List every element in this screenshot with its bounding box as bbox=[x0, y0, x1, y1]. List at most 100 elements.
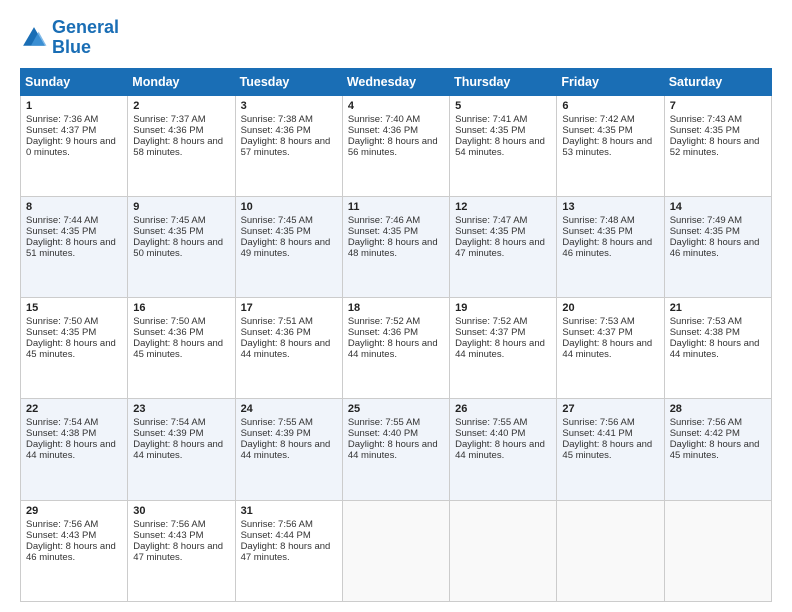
logo-icon bbox=[20, 24, 48, 52]
calendar-cell: 15 Sunrise: 7:50 AM Sunset: 4:35 PM Dayl… bbox=[21, 298, 128, 399]
sunrise-label: Sunrise: 7:54 AM bbox=[26, 417, 98, 428]
daylight-label: Daylight: 8 hours and 46 minutes. bbox=[670, 237, 760, 259]
sunrise-label: Sunrise: 7:56 AM bbox=[241, 519, 313, 530]
calendar-cell: 31 Sunrise: 7:56 AM Sunset: 4:44 PM Dayl… bbox=[235, 500, 342, 601]
day-number: 28 bbox=[670, 403, 766, 415]
daylight-label: Daylight: 8 hours and 44 minutes. bbox=[455, 338, 545, 360]
calendar-cell: 27 Sunrise: 7:56 AM Sunset: 4:41 PM Dayl… bbox=[557, 399, 664, 500]
calendar-cell: 28 Sunrise: 7:56 AM Sunset: 4:42 PM Dayl… bbox=[664, 399, 771, 500]
sunrise-label: Sunrise: 7:56 AM bbox=[670, 417, 742, 428]
day-number: 2 bbox=[133, 100, 229, 112]
calendar-cell: 10 Sunrise: 7:45 AM Sunset: 4:35 PM Dayl… bbox=[235, 196, 342, 297]
daylight-label: Daylight: 8 hours and 52 minutes. bbox=[670, 136, 760, 158]
day-number: 7 bbox=[670, 100, 766, 112]
calendar-cell: 17 Sunrise: 7:51 AM Sunset: 4:36 PM Dayl… bbox=[235, 298, 342, 399]
sunrise-label: Sunrise: 7:56 AM bbox=[133, 519, 205, 530]
calendar-week-1: 1 Sunrise: 7:36 AM Sunset: 4:37 PM Dayli… bbox=[21, 95, 772, 196]
col-tuesday: Tuesday bbox=[235, 68, 342, 95]
sunrise-label: Sunrise: 7:41 AM bbox=[455, 114, 527, 125]
sunset-label: Sunset: 4:37 PM bbox=[455, 327, 525, 338]
daylight-label: Daylight: 8 hours and 44 minutes. bbox=[133, 439, 223, 461]
sunset-label: Sunset: 4:35 PM bbox=[455, 125, 525, 136]
day-number: 29 bbox=[26, 505, 122, 517]
calendar-cell: 13 Sunrise: 7:48 AM Sunset: 4:35 PM Dayl… bbox=[557, 196, 664, 297]
daylight-label: Daylight: 8 hours and 44 minutes. bbox=[455, 439, 545, 461]
sunrise-label: Sunrise: 7:40 AM bbox=[348, 114, 420, 125]
daylight-label: Daylight: 8 hours and 51 minutes. bbox=[26, 237, 116, 259]
day-number: 18 bbox=[348, 302, 444, 314]
sunrise-label: Sunrise: 7:48 AM bbox=[562, 215, 634, 226]
day-number: 24 bbox=[241, 403, 337, 415]
sunset-label: Sunset: 4:44 PM bbox=[241, 530, 311, 541]
daylight-label: Daylight: 8 hours and 58 minutes. bbox=[133, 136, 223, 158]
logo-text: General Blue bbox=[52, 18, 119, 58]
calendar-cell: 22 Sunrise: 7:54 AM Sunset: 4:38 PM Dayl… bbox=[21, 399, 128, 500]
sunset-label: Sunset: 4:35 PM bbox=[26, 226, 96, 237]
sunrise-label: Sunrise: 7:56 AM bbox=[562, 417, 634, 428]
calendar-cell: 4 Sunrise: 7:40 AM Sunset: 4:36 PM Dayli… bbox=[342, 95, 449, 196]
sunset-label: Sunset: 4:36 PM bbox=[133, 327, 203, 338]
daylight-label: Daylight: 8 hours and 45 minutes. bbox=[562, 439, 652, 461]
calendar-cell bbox=[557, 500, 664, 601]
sunset-label: Sunset: 4:35 PM bbox=[455, 226, 525, 237]
sunset-label: Sunset: 4:35 PM bbox=[26, 327, 96, 338]
sunset-label: Sunset: 4:35 PM bbox=[133, 226, 203, 237]
sunset-label: Sunset: 4:40 PM bbox=[455, 428, 525, 439]
day-number: 9 bbox=[133, 201, 229, 213]
sunset-label: Sunset: 4:35 PM bbox=[562, 125, 632, 136]
sunrise-label: Sunrise: 7:49 AM bbox=[670, 215, 742, 226]
daylight-label: Daylight: 8 hours and 44 minutes. bbox=[241, 338, 331, 360]
calendar-cell: 5 Sunrise: 7:41 AM Sunset: 4:35 PM Dayli… bbox=[450, 95, 557, 196]
day-number: 31 bbox=[241, 505, 337, 517]
sunset-label: Sunset: 4:38 PM bbox=[670, 327, 740, 338]
sunset-label: Sunset: 4:35 PM bbox=[241, 226, 311, 237]
daylight-label: Daylight: 8 hours and 44 minutes. bbox=[26, 439, 116, 461]
calendar-cell: 24 Sunrise: 7:55 AM Sunset: 4:39 PM Dayl… bbox=[235, 399, 342, 500]
sunset-label: Sunset: 4:42 PM bbox=[670, 428, 740, 439]
calendar-header: Sunday Monday Tuesday Wednesday Thursday… bbox=[21, 68, 772, 95]
calendar-cell: 8 Sunrise: 7:44 AM Sunset: 4:35 PM Dayli… bbox=[21, 196, 128, 297]
sunset-label: Sunset: 4:36 PM bbox=[348, 327, 418, 338]
day-number: 12 bbox=[455, 201, 551, 213]
daylight-label: Daylight: 8 hours and 54 minutes. bbox=[455, 136, 545, 158]
daylight-label: Daylight: 8 hours and 45 minutes. bbox=[670, 439, 760, 461]
day-number: 19 bbox=[455, 302, 551, 314]
sunset-label: Sunset: 4:35 PM bbox=[670, 125, 740, 136]
sunrise-label: Sunrise: 7:52 AM bbox=[455, 316, 527, 327]
daylight-label: Daylight: 8 hours and 47 minutes. bbox=[241, 541, 331, 563]
col-sunday: Sunday bbox=[21, 68, 128, 95]
calendar-cell: 16 Sunrise: 7:50 AM Sunset: 4:36 PM Dayl… bbox=[128, 298, 235, 399]
daylight-label: Daylight: 8 hours and 45 minutes. bbox=[133, 338, 223, 360]
sunrise-label: Sunrise: 7:38 AM bbox=[241, 114, 313, 125]
sunrise-label: Sunrise: 7:53 AM bbox=[562, 316, 634, 327]
sunrise-label: Sunrise: 7:51 AM bbox=[241, 316, 313, 327]
daylight-label: Daylight: 8 hours and 57 minutes. bbox=[241, 136, 331, 158]
sunrise-label: Sunrise: 7:47 AM bbox=[455, 215, 527, 226]
sunset-label: Sunset: 4:36 PM bbox=[133, 125, 203, 136]
logo-line1: General bbox=[52, 17, 119, 37]
sunrise-label: Sunrise: 7:52 AM bbox=[348, 316, 420, 327]
sunset-label: Sunset: 4:37 PM bbox=[562, 327, 632, 338]
day-number: 23 bbox=[133, 403, 229, 415]
calendar-table: Sunday Monday Tuesday Wednesday Thursday… bbox=[20, 68, 772, 602]
calendar-body: 1 Sunrise: 7:36 AM Sunset: 4:37 PM Dayli… bbox=[21, 95, 772, 601]
day-number: 21 bbox=[670, 302, 766, 314]
logo-line2: Blue bbox=[52, 37, 91, 57]
sunset-label: Sunset: 4:37 PM bbox=[26, 125, 96, 136]
calendar-cell: 20 Sunrise: 7:53 AM Sunset: 4:37 PM Dayl… bbox=[557, 298, 664, 399]
daylight-label: Daylight: 8 hours and 56 minutes. bbox=[348, 136, 438, 158]
day-number: 10 bbox=[241, 201, 337, 213]
calendar-week-2: 8 Sunrise: 7:44 AM Sunset: 4:35 PM Dayli… bbox=[21, 196, 772, 297]
calendar-cell bbox=[664, 500, 771, 601]
day-number: 15 bbox=[26, 302, 122, 314]
daylight-label: Daylight: 8 hours and 44 minutes. bbox=[670, 338, 760, 360]
calendar-cell: 12 Sunrise: 7:47 AM Sunset: 4:35 PM Dayl… bbox=[450, 196, 557, 297]
sunset-label: Sunset: 4:43 PM bbox=[26, 530, 96, 541]
daylight-label: Daylight: 8 hours and 46 minutes. bbox=[26, 541, 116, 563]
day-number: 25 bbox=[348, 403, 444, 415]
calendar-cell: 21 Sunrise: 7:53 AM Sunset: 4:38 PM Dayl… bbox=[664, 298, 771, 399]
day-number: 1 bbox=[26, 100, 122, 112]
sunset-label: Sunset: 4:36 PM bbox=[241, 327, 311, 338]
logo: General Blue bbox=[20, 18, 119, 58]
sunset-label: Sunset: 4:35 PM bbox=[670, 226, 740, 237]
